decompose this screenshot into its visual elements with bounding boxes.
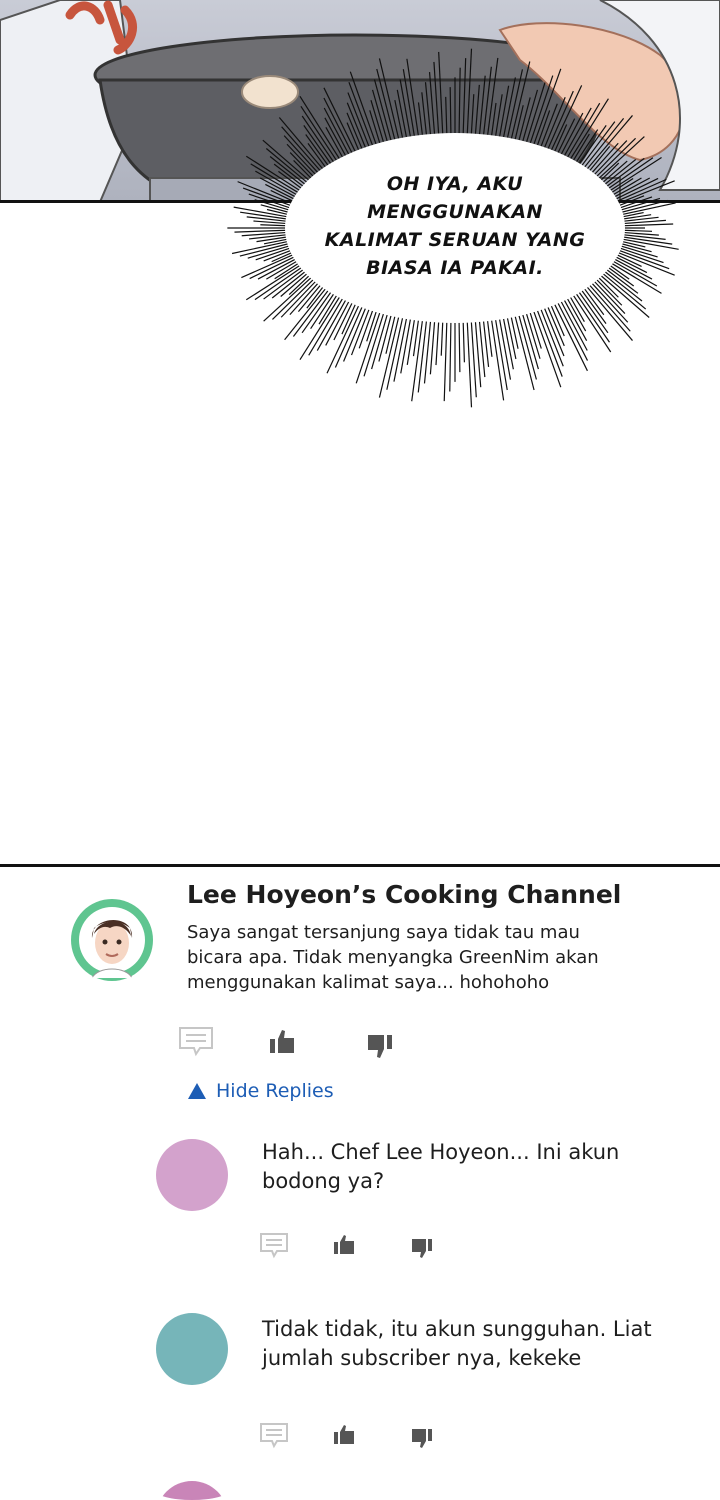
- burst-line: [458, 67, 461, 137]
- burst-line: [466, 48, 473, 137]
- burst-line: [429, 319, 436, 375]
- burst-line: [494, 94, 503, 139]
- burst-line: [417, 318, 428, 393]
- reply-avatar-partial[interactable]: [155, 1480, 229, 1500]
- burst-line: [592, 279, 626, 314]
- burst-line: [543, 97, 566, 151]
- burst-line: [474, 84, 480, 137]
- burst-line: [445, 96, 448, 137]
- thumbs-up-icon[interactable]: [268, 1028, 298, 1056]
- burst-line: [385, 313, 397, 354]
- burst-line: [470, 94, 475, 137]
- reply-line: Tidak tidak, itu akun sungguhan. Liat: [262, 1317, 652, 1341]
- burst-line: [506, 315, 517, 360]
- burst-line: [272, 277, 315, 320]
- burst-line: [246, 216, 288, 222]
- speech-line: MENGGUNAKAN: [367, 201, 543, 223]
- caret-up-icon: [188, 1083, 206, 1099]
- burst-line: [466, 319, 473, 408]
- comment-line: bicara apa. Tidak menyangka GreenNim aka…: [187, 947, 599, 968]
- burst-line: [498, 85, 510, 140]
- channel-avatar[interactable]: [70, 898, 154, 982]
- burst-line: [245, 155, 302, 192]
- burst-line: [346, 112, 364, 152]
- burst-line: [417, 102, 424, 138]
- thumbs-up-icon[interactable]: [332, 1233, 358, 1257]
- burst-line: [281, 126, 322, 173]
- burst-line: [260, 224, 288, 227]
- burst-line: [324, 117, 348, 158]
- burst-line: [510, 314, 519, 349]
- reply-icon[interactable]: [259, 1422, 291, 1450]
- burst-line: [433, 61, 440, 137]
- speech-line: KALIMAT SERUAN YANG: [324, 229, 586, 251]
- burst-line: [254, 199, 291, 211]
- burst-line: [622, 234, 666, 240]
- burst-line: [582, 286, 605, 316]
- burst-line: [326, 303, 361, 374]
- burst-line: [462, 58, 467, 137]
- comment-line: Saya sangat tersanjung saya tidak tau ma…: [187, 922, 580, 943]
- burst-line: [400, 316, 412, 374]
- burst-line: [462, 319, 466, 363]
- speech-bubble-text: OH IYA, AKU MENGGUNAKAN KALIMAT SERUAN Y…: [300, 170, 610, 282]
- burst-line: [234, 229, 288, 233]
- burst-line: [449, 87, 452, 137]
- burst-line: [521, 312, 539, 370]
- comment-text: Saya sangat tersanjung saya tidak tau ma…: [187, 920, 617, 995]
- reply-text: Hah... Chef Lee Hoyeon... Ini akun bodon…: [262, 1138, 619, 1196]
- reply-avatar[interactable]: [155, 1138, 229, 1212]
- burst-line: [622, 229, 653, 232]
- burst-line: [513, 105, 524, 143]
- burst-line: [490, 102, 497, 139]
- reply-icon[interactable]: [178, 1026, 216, 1058]
- burst-line: [622, 223, 674, 227]
- burst-line: [440, 319, 444, 356]
- speech-line: OH IYA, AKU: [386, 173, 524, 195]
- thumbs-up-icon[interactable]: [332, 1423, 358, 1447]
- speech-line: BIASA IA PAKAI.: [366, 257, 544, 279]
- section-divider: [0, 864, 720, 867]
- burst-line: [449, 319, 452, 392]
- burst-line: [525, 82, 546, 145]
- burst-line: [470, 319, 477, 398]
- burst-line: [396, 89, 408, 140]
- burst-line: [253, 220, 288, 225]
- thumbs-down-icon[interactable]: [410, 1236, 436, 1260]
- thumbs-down-icon[interactable]: [410, 1426, 436, 1450]
- reply-line: jumlah subscriber nya, kekeke: [262, 1346, 582, 1370]
- hide-replies-button[interactable]: Hide Replies: [187, 1080, 334, 1102]
- burst-line: [438, 51, 444, 137]
- burst-line: [421, 92, 428, 138]
- reply-icon[interactable]: [259, 1232, 291, 1260]
- hide-replies-label: Hide Replies: [216, 1080, 334, 1102]
- burst-line: [513, 313, 535, 391]
- burst-line: [406, 317, 416, 365]
- burst-line: [363, 311, 385, 377]
- burst-line: [486, 318, 493, 357]
- burst-line: [458, 319, 461, 373]
- burst-line: [378, 58, 400, 142]
- burst-line: [371, 89, 389, 144]
- burst-line: [435, 319, 440, 366]
- burst-line: [585, 285, 633, 341]
- reply-line: bodong ya?: [262, 1169, 385, 1193]
- reply-line: Hah... Chef Lee Hoyeon... Ini akun: [262, 1140, 620, 1164]
- comment-line: menggunakan kalimat saya... hohohoho: [187, 972, 550, 993]
- burst-line: [323, 87, 357, 154]
- channel-name[interactable]: Lee Hoyeon’s Cooking Channel: [187, 880, 621, 909]
- thumbs-down-icon[interactable]: [366, 1032, 396, 1060]
- burst-line: [394, 99, 404, 141]
- reply-avatar[interactable]: [155, 1312, 229, 1386]
- burst-line: [443, 319, 448, 402]
- burst-line: [510, 61, 531, 142]
- reply-text: Tidak tidak, itu akun sungguhan. Liat ju…: [262, 1315, 652, 1373]
- burst-line: [378, 314, 400, 398]
